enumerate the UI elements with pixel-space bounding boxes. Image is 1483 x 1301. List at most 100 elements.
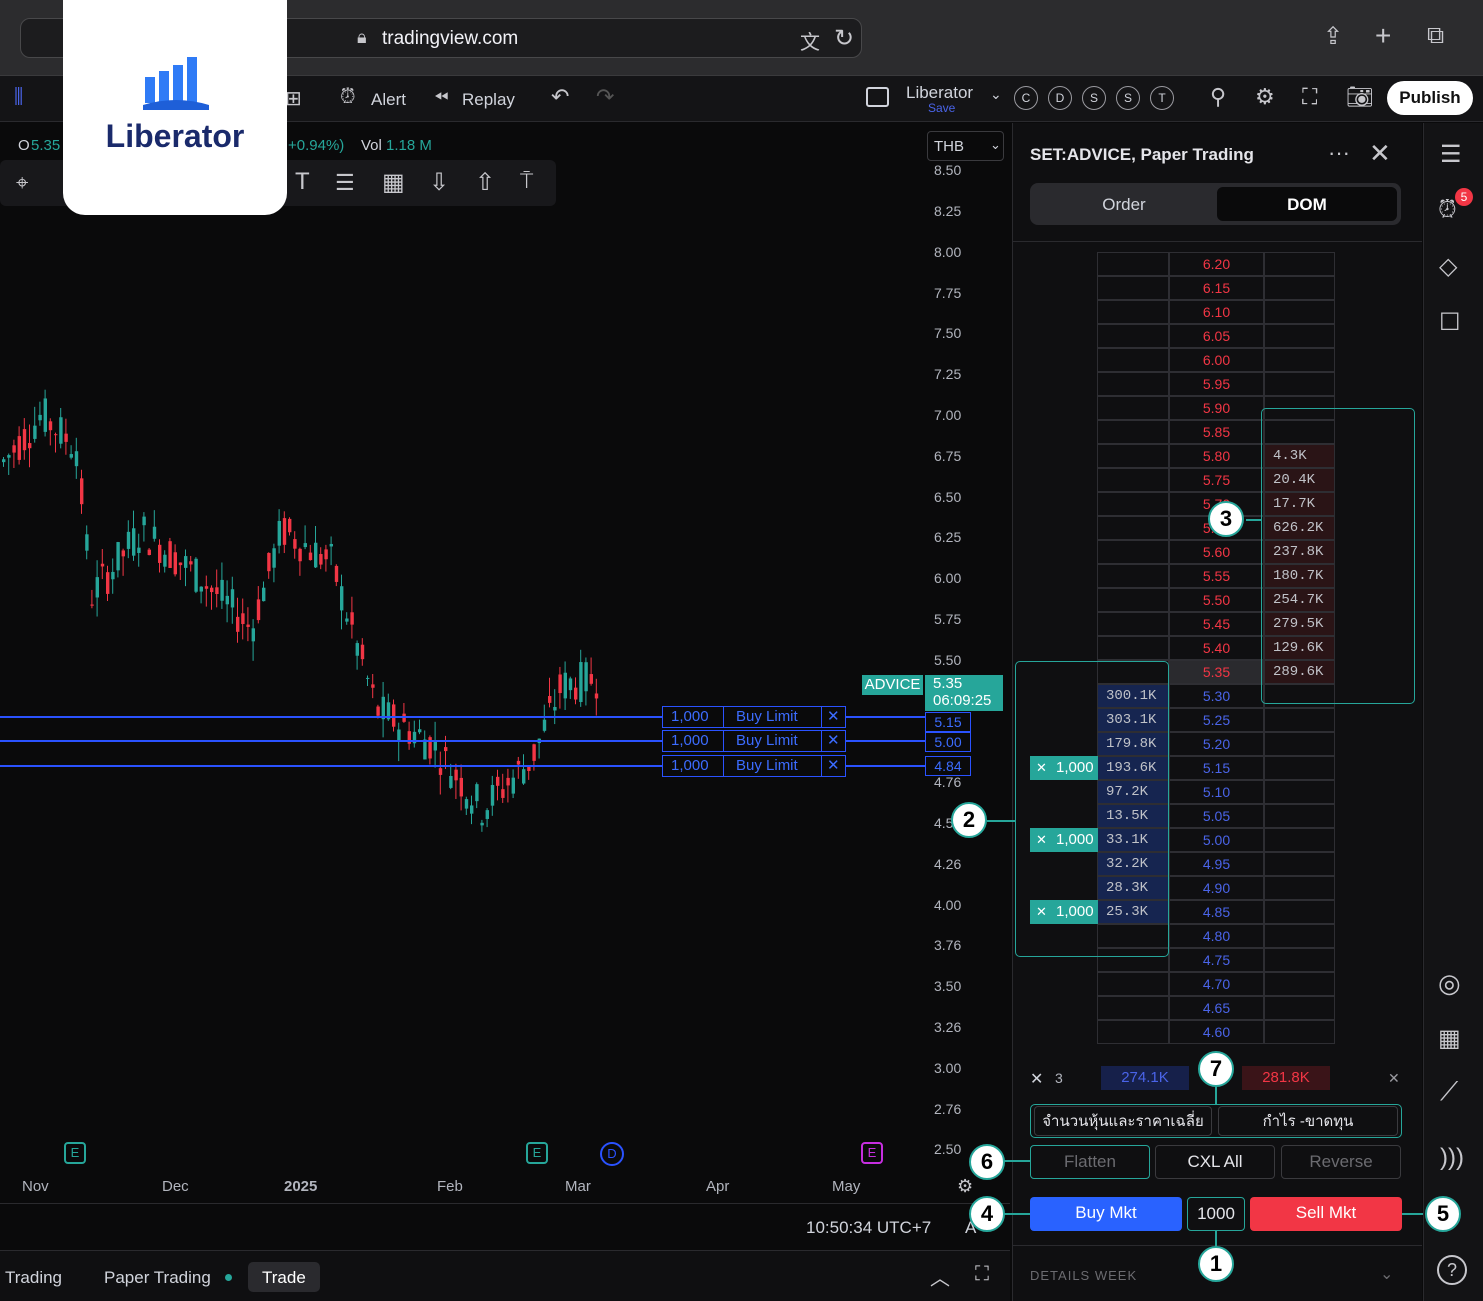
layout-save[interactable]: Save: [928, 101, 955, 115]
dom-price-cell[interactable]: 5.15: [1169, 756, 1264, 780]
dom-price-cell[interactable]: 4.85: [1169, 900, 1264, 924]
dom-price-cell[interactable]: 4.90: [1169, 876, 1264, 900]
more-icon[interactable]: ···: [1328, 140, 1350, 166]
dom-ask-cell[interactable]: [1264, 804, 1335, 828]
stream-icon[interactable]: ))): [1440, 1144, 1464, 1172]
new-tab-icon[interactable]: +: [1375, 20, 1391, 52]
dom-ask-cell[interactable]: [1264, 708, 1335, 732]
close-icon[interactable]: ✕: [827, 707, 840, 727]
dom-bid-cell[interactable]: [1097, 564, 1169, 588]
dom-price-cell[interactable]: 6.10: [1169, 300, 1264, 324]
chevron-down-icon[interactable]: ⌄: [1380, 1264, 1393, 1284]
publish-button[interactable]: Publish: [1387, 81, 1473, 115]
tab-trading[interactable]: Trading: [5, 1268, 62, 1288]
order-tag[interactable]: 1,000 Buy Limit ✕: [662, 730, 846, 752]
dom-price-cell[interactable]: 5.05: [1169, 804, 1264, 828]
maximize-panel-icon[interactable]: ⛶: [975, 1263, 989, 1286]
dividend-marker[interactable]: D: [600, 1142, 624, 1166]
dom-price-cell[interactable]: 5.85: [1169, 420, 1264, 444]
dom-ask-cell[interactable]: [1264, 300, 1335, 324]
dom-price-cell[interactable]: 5.10: [1169, 780, 1264, 804]
fullscreen-layout-icon[interactable]: [866, 87, 889, 107]
chart-btn-s2[interactable]: S: [1116, 86, 1140, 110]
pnl-button[interactable]: กำไร -ขาดทุน: [1218, 1106, 1398, 1136]
alerts-clock-icon[interactable]: ⏰︎: [1438, 196, 1457, 224]
calendar-icon[interactable]: ▦: [1438, 1024, 1461, 1053]
dom-price-cell[interactable]: 5.80: [1169, 444, 1264, 468]
tab-trade[interactable]: Trade: [262, 1268, 306, 1288]
chevron-up-icon[interactable]: ︿: [930, 1262, 950, 1291]
earnings-marker[interactable]: E: [526, 1142, 548, 1164]
order-tag[interactable]: 1,000 Buy Limit ✕: [662, 755, 846, 777]
layout-name[interactable]: Liberator: [906, 83, 973, 103]
dom-bid-cell[interactable]: [1097, 1020, 1169, 1044]
help-icon[interactable]: ?: [1437, 1255, 1467, 1285]
dom-price-cell[interactable]: 6.15: [1169, 276, 1264, 300]
dom-ask-cell[interactable]: [1264, 252, 1335, 276]
redo-icon[interactable]: ↷: [596, 84, 614, 110]
url-text[interactable]: tradingview.com: [382, 28, 518, 50]
dom-price-cell[interactable]: 5.45: [1169, 612, 1264, 636]
clock[interactable]: 10:50:34 UTC+7: [806, 1218, 931, 1238]
dom-ask-cell[interactable]: [1264, 276, 1335, 300]
dom-price-cell[interactable]: 5.60: [1169, 540, 1264, 564]
dom-price-cell[interactable]: 6.20: [1169, 252, 1264, 276]
layers-icon[interactable]: ◇: [1439, 252, 1457, 281]
replay-icon[interactable]: ⏪︎: [434, 87, 448, 108]
dom-price-cell[interactable]: 4.70: [1169, 972, 1264, 996]
dom-price-cell[interactable]: 5.50: [1169, 588, 1264, 612]
share-icon[interactable]: ⇪: [1323, 22, 1343, 51]
dom-bid-cell[interactable]: [1097, 972, 1169, 996]
dom-bid-cell[interactable]: [1097, 276, 1169, 300]
dom-price-cell[interactable]: 5.55: [1169, 564, 1264, 588]
dom-ask-cell[interactable]: [1264, 372, 1335, 396]
dom-price-cell[interactable]: 5.35: [1169, 660, 1264, 684]
dom-bid-cell[interactable]: [1097, 468, 1169, 492]
reverse-button[interactable]: Reverse: [1281, 1145, 1401, 1179]
dom-price-cell[interactable]: 5.30: [1169, 684, 1264, 708]
cancel-all-icon[interactable]: ✕: [1030, 1069, 1043, 1089]
dom-ask-cell[interactable]: [1264, 852, 1335, 876]
dom-price-cell[interactable]: 4.75: [1169, 948, 1264, 972]
reload-icon[interactable]: ↻: [834, 24, 854, 53]
dom-ask-cell[interactable]: [1264, 756, 1335, 780]
earnings-marker[interactable]: E: [861, 1142, 883, 1164]
order-tag[interactable]: 1,000 Buy Limit ✕: [662, 706, 846, 728]
undo-icon[interactable]: ↶: [551, 84, 569, 110]
fullscreen-icon[interactable]: ⛶: [1302, 84, 1317, 110]
chart-line-icon[interactable]: ⟋: [1440, 1076, 1458, 1108]
dom-ask-cell[interactable]: [1264, 996, 1335, 1020]
dom-bid-cell[interactable]: [1097, 540, 1169, 564]
target-icon[interactable]: ◎: [1438, 968, 1461, 999]
dom-price-cell[interactable]: 5.20: [1169, 732, 1264, 756]
dom-bid-cell[interactable]: [1097, 636, 1169, 660]
dom-price-cell[interactable]: 4.95: [1169, 852, 1264, 876]
dom-ask-cell[interactable]: [1264, 972, 1335, 996]
camera-icon[interactable]: 📷︎: [1346, 84, 1374, 110]
dom-ask-cell[interactable]: [1264, 876, 1335, 900]
chat-icon[interactable]: ☐: [1439, 308, 1461, 337]
translate-icon[interactable]: 文: [800, 26, 820, 55]
details-header[interactable]: DETAILS WEEK: [1030, 1268, 1137, 1283]
dom-bid-cell[interactable]: [1097, 252, 1169, 276]
dom-price-cell[interactable]: 5.40: [1169, 636, 1264, 660]
chart-btn-t[interactable]: T: [1150, 86, 1174, 110]
dom-price-cell[interactable]: 5.00: [1169, 828, 1264, 852]
close-icon[interactable]: ✕: [827, 731, 840, 751]
close-icon[interactable]: ✕: [827, 756, 840, 776]
dom-price-cell[interactable]: 4.80: [1169, 924, 1264, 948]
dom-bid-cell[interactable]: [1097, 588, 1169, 612]
dom-bid-cell[interactable]: [1097, 996, 1169, 1020]
dom-bid-cell[interactable]: [1097, 372, 1169, 396]
chart-btn-d[interactable]: D: [1048, 86, 1072, 110]
close-icon[interactable]: ✕: [1388, 1070, 1400, 1087]
cxl-all-button[interactable]: CXL All: [1155, 1145, 1275, 1179]
quick-search-icon[interactable]: ⚲: [1210, 84, 1226, 110]
dom-bid-cell[interactable]: [1097, 324, 1169, 348]
dom-ask-cell[interactable]: [1264, 948, 1335, 972]
chart-btn-c[interactable]: C: [1014, 86, 1038, 110]
tabs-overview-icon[interactable]: ⧉: [1427, 22, 1444, 50]
shares-avg-button[interactable]: จำนวนหุ้นและราคาเฉลี่ย: [1034, 1106, 1212, 1136]
dom-price-cell[interactable]: 5.90: [1169, 396, 1264, 420]
tab-order[interactable]: Order: [1036, 195, 1212, 215]
